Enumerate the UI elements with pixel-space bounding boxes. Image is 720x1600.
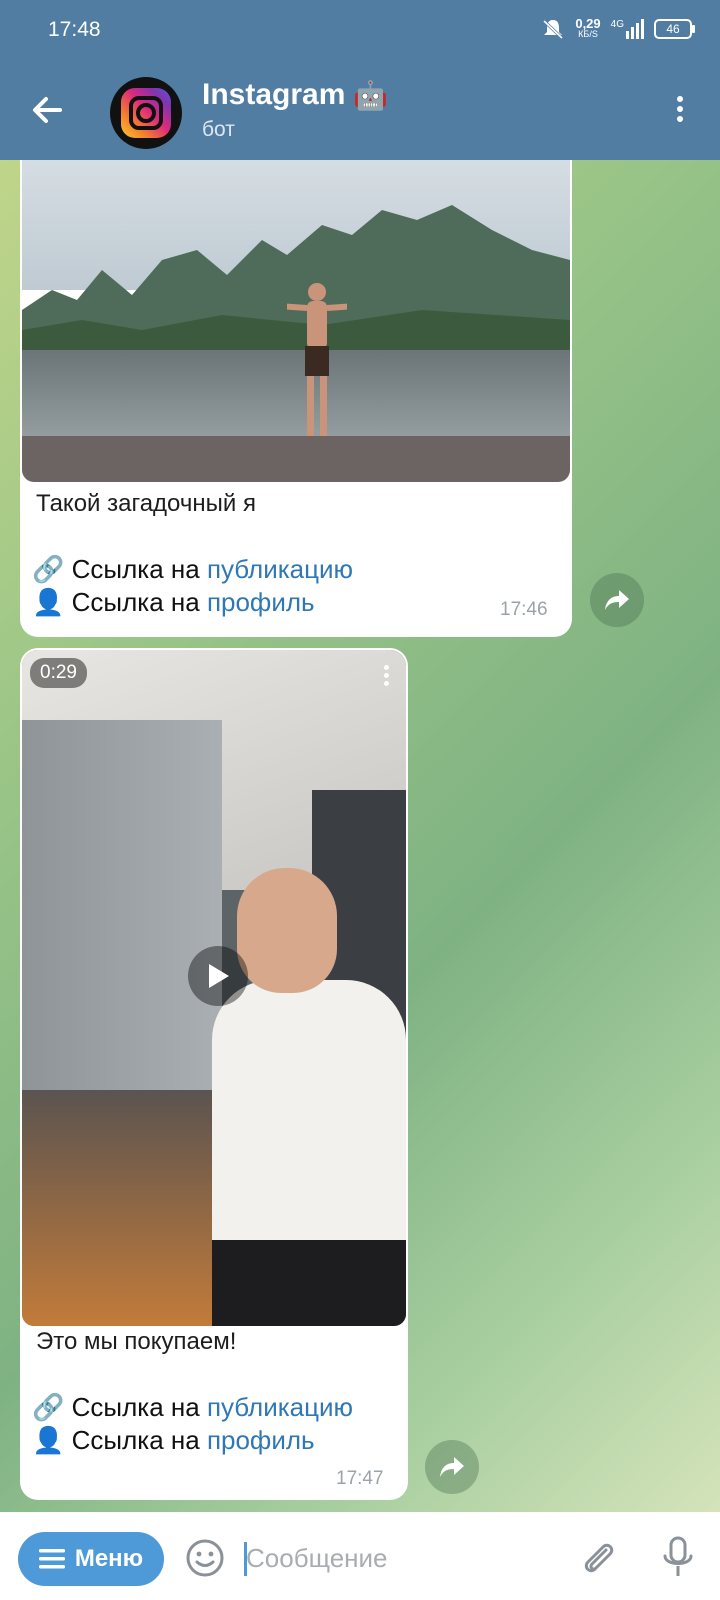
video-options-button[interactable] (380, 662, 392, 696)
profile-icon: 👤 (32, 587, 65, 617)
signal-icon: 4G (611, 19, 644, 39)
mute-bell-icon (543, 19, 564, 40)
message-time: 17:46 (500, 599, 548, 620)
message-photo[interactable] (22, 140, 570, 482)
message-time: 17:47 (336, 1468, 384, 1489)
message-video[interactable]: 0:29 (22, 650, 406, 1326)
play-button[interactable] (188, 946, 248, 1006)
microphone-icon (663, 1536, 693, 1576)
bot-menu-button[interactable]: Меню (18, 1532, 164, 1586)
bot-avatar[interactable] (110, 77, 182, 149)
share-button[interactable] (425, 1440, 479, 1494)
instagram-logo-icon (121, 88, 171, 138)
message-bubble[interactable]: Такой загадочный я 🔗 Ссылка на публикаци… (20, 140, 572, 637)
arrow-left-icon (33, 97, 62, 123)
emoji-button[interactable] (184, 1537, 226, 1579)
play-icon (209, 964, 229, 988)
link-icon: 🔗 (32, 1392, 65, 1422)
link-icon: 🔗 (32, 554, 65, 584)
message-caption: Это мы покупаем! (36, 1328, 237, 1355)
post-link-line: 🔗 Ссылка на публикацию (32, 1392, 354, 1422)
attach-button[interactable] (576, 1536, 620, 1580)
share-button[interactable] (590, 573, 644, 627)
profile-link[interactable]: профиль (207, 587, 315, 617)
battery-icon: 46 (654, 19, 695, 39)
chat-header: 17:48 0,29 КБ/S 4G 46 Instagram 🤖 бот (0, 0, 720, 160)
message-bubble[interactable]: 0:29 Это мы покупаем! 🔗 Ссылка на публик… (20, 648, 408, 1500)
status-time: 17:48 (48, 18, 101, 41)
paperclip-icon (584, 1543, 614, 1573)
message-caption: Такой загадочный я (36, 490, 256, 517)
post-link[interactable]: публикацию (207, 554, 353, 584)
smiley-icon (186, 1539, 224, 1577)
network-speed: 0,29 КБ/S (575, 16, 601, 39)
message-input-bar: Меню Сообщение (0, 1512, 720, 1600)
profile-link-line: 👤 Ссылка на профиль (32, 1425, 315, 1455)
status-icons: 0,29 КБ/S 4G 46 (541, 16, 695, 40)
back-button[interactable] (26, 88, 70, 132)
profile-link[interactable]: профиль (207, 1425, 315, 1455)
hamburger-icon (38, 1549, 65, 1569)
share-arrow-icon (440, 1457, 464, 1477)
share-arrow-icon (605, 590, 629, 610)
post-link[interactable]: публикацию (207, 1392, 353, 1422)
message-input[interactable]: Сообщение (244, 1536, 544, 1580)
video-duration: 0:29 (30, 658, 87, 688)
microphone-button[interactable] (658, 1534, 698, 1582)
chat-subtitle: бот (202, 118, 235, 141)
chat-title[interactable]: Instagram 🤖 (202, 78, 388, 112)
person-image (287, 283, 347, 436)
robot-icon: 🤖 (353, 79, 389, 111)
post-link-line: 🔗 Ссылка на публикацию (32, 554, 354, 584)
profile-link-line: 👤 Ссылка на профиль (32, 587, 315, 617)
profile-icon: 👤 (32, 1425, 65, 1455)
more-options-button[interactable] (666, 92, 694, 128)
